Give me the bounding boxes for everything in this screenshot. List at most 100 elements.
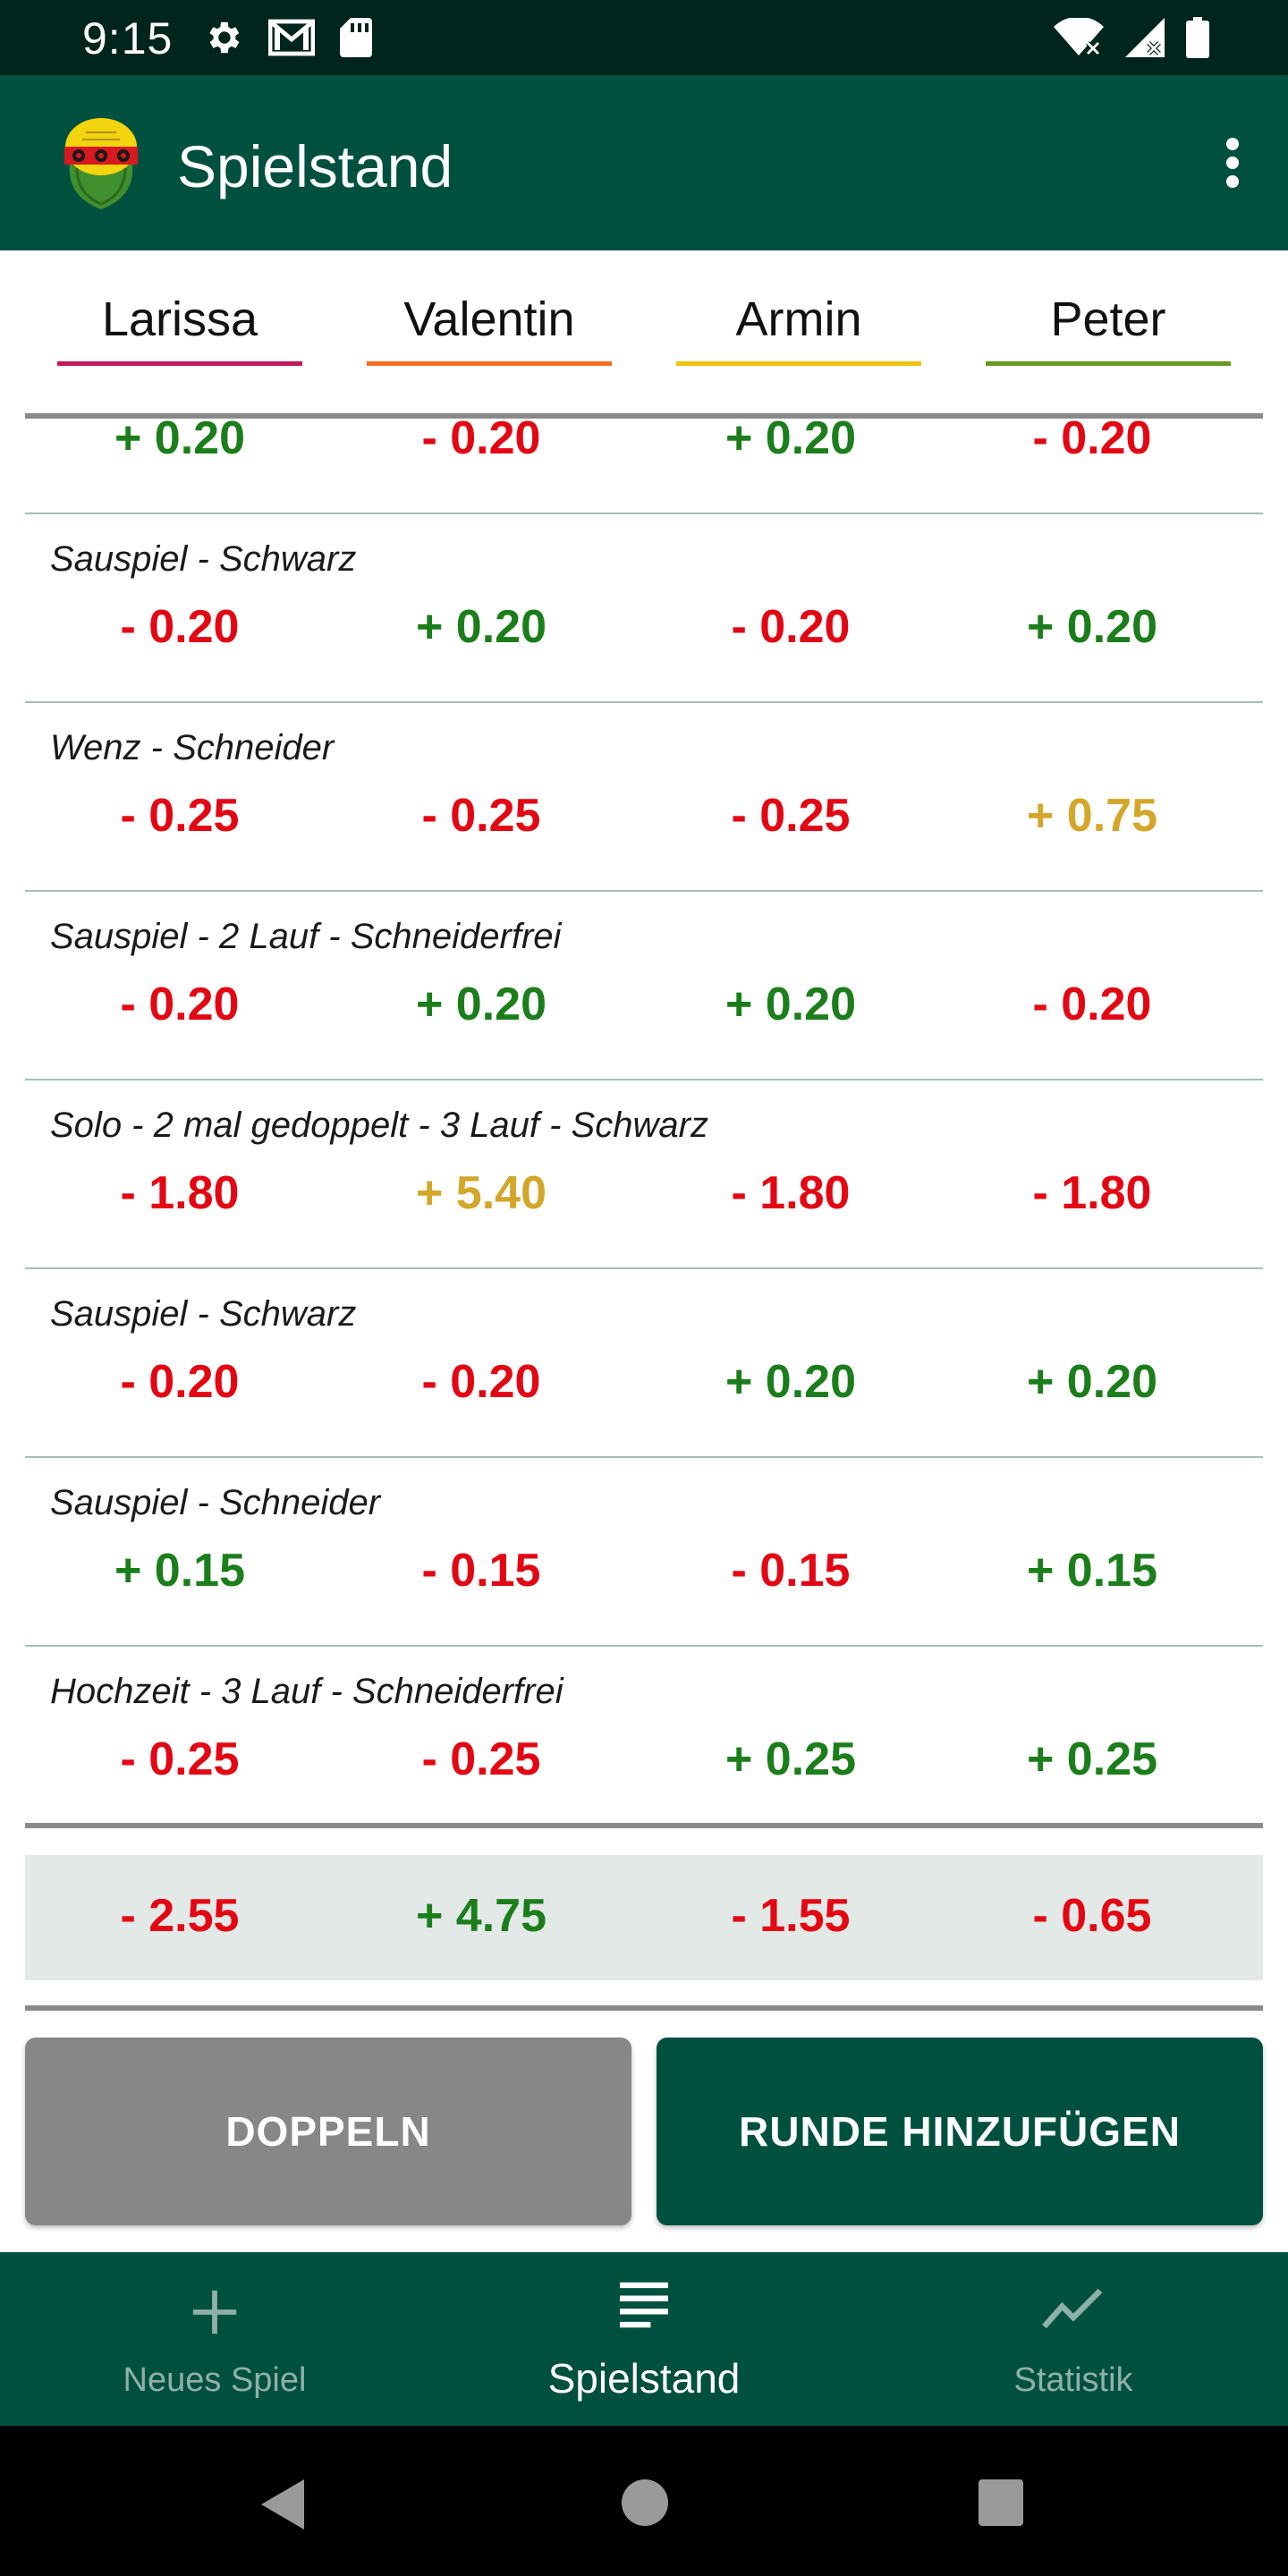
nav-label: Spielstand: [547, 2355, 741, 2402]
system-navigation: [0, 2426, 1288, 2576]
settings-icon: [209, 21, 240, 54]
score-value: + 0.20: [114, 419, 246, 464]
player-name: Larissa: [101, 292, 258, 346]
status-time: 9:15: [82, 13, 174, 64]
round-label: Solo - 2 mal gedoppelt - 3 Lauf - Schwar…: [50, 1106, 708, 1145]
double-button[interactable]: DOPPELN: [25, 2038, 631, 2225]
score-value: - 0.25: [120, 1733, 240, 1785]
round-row[interactable]: Wenz - Schneider - 0.25 - 0.25 - 0.25 + 0.75: [25, 703, 1263, 892]
status-icons-right: [1054, 14, 1209, 61]
round-values: - 0.20 + 0.20 + 0.20 - 0.20: [25, 978, 1263, 1035]
score-value: - 0.20: [120, 601, 240, 653]
round-values: - 0.20 + 0.20 - 0.20 + 0.20: [25, 600, 1263, 657]
score-value: + 0.25: [1026, 1733, 1158, 1785]
score-value: + 0.20: [1026, 1356, 1158, 1408]
score-value: + 4.75: [415, 1890, 547, 1942]
score-value: + 0.15: [1026, 1545, 1158, 1597]
totals-row: - 2.55 + 4.75 - 1.55 - 0.65: [25, 1855, 1263, 1980]
rounds-list[interactable]: + 0.20- 0.20 + 0.20- 0.20 Sauspiel - Schwa…: [25, 419, 1263, 1825]
battery-icon: [1186, 17, 1209, 58]
nav-statistics[interactable]: Statistik: [859, 2252, 1288, 2426]
score-value: - 0.15: [731, 1545, 851, 1597]
wifi-icon: [1054, 18, 1104, 55]
player-name: Valentin: [403, 292, 575, 346]
nav-label: Statistik: [1013, 2361, 1133, 2399]
round-values: - 1.80 + 5.40 - 1.80 - 1.80: [25, 1166, 1263, 1224]
sd-card-icon: [340, 18, 372, 57]
score-value: - 0.20: [120, 979, 240, 1030]
round-label: Sauspiel - Schwarz: [50, 539, 357, 579]
score-value: + 0.20: [415, 601, 547, 653]
score-value: - 0.15: [421, 1545, 541, 1597]
round-row[interactable]: + 0.20 - 0.20 + 0.20 - 0.20: [25, 419, 1263, 514]
score-value: - 0.65: [1032, 1890, 1152, 1942]
list-icon: [620, 2282, 668, 2328]
nav-score[interactable]: Spielstand: [429, 2252, 859, 2426]
score-value: - 0.20: [1032, 979, 1152, 1030]
app-logo: [64, 118, 138, 209]
score-value: - 0.25: [731, 790, 851, 842]
totals-divider: [25, 2005, 1263, 2011]
score-value: + 0.20: [724, 419, 857, 464]
player-header: Larissa Valentin Armin Peter: [25, 250, 1263, 415]
score-value: + 0.20: [415, 979, 547, 1030]
round-row[interactable]: Sauspiel - Schwarz - 0.20 + 0.20 - 0.20 + 0.…: [25, 514, 1263, 703]
score-value: - 1.80: [120, 1167, 240, 1219]
nav-label: Neues Spiel: [123, 2361, 307, 2399]
round-row[interactable]: Sauspiel - Schneider + 0.15- 0.15- 0.15 + …: [25, 1458, 1263, 1647]
round-values: + 0.20 - 0.20 + 0.20 - 0.20: [25, 419, 1263, 469]
chart-line-icon: [1042, 2288, 1103, 2329]
score-value: - 0.20: [120, 1356, 240, 1408]
round-row[interactable]: Sauspiel - 2 Lauf - Schneiderfrei - 0.20 +…: [25, 892, 1263, 1080]
round-label: Hochzeit - 3 Lauf - Schneiderfrei: [50, 1672, 564, 1711]
score-value: - 0.20: [1032, 419, 1152, 464]
round-row[interactable]: Solo - 2 mal gedoppelt - 3 Lauf - Schwar…: [25, 1080, 1263, 1269]
player-name: Peter: [1050, 292, 1166, 346]
player-column-header[interactable]: Armin: [644, 250, 953, 415]
recents-icon[interactable]: [977, 2478, 1025, 2528]
round-values: + 0.15 - 0.15 - 0.15 + 0.15: [25, 1544, 1263, 1601]
score-value: + 5.40: [415, 1167, 547, 1219]
list-bottom-divider: [25, 1823, 1263, 1828]
player-column-header[interactable]: Larissa: [25, 250, 335, 415]
gmail-icon: [268, 19, 315, 56]
player-column-header[interactable]: Valentin: [335, 250, 644, 415]
score-value: - 0.25: [120, 790, 240, 842]
score-value: + 0.75: [1026, 790, 1158, 842]
round-values: - 0.25 - 0.25 + 0.25 + 0.25: [25, 1733, 1263, 1790]
status-bar: 9:15: [0, 0, 1288, 75]
score-value: - 1.55: [731, 1890, 851, 1942]
player-column-header[interactable]: Peter: [953, 250, 1263, 415]
round-label: Sauspiel - Schneider: [50, 1483, 381, 1522]
score-value: + 0.25: [724, 1733, 857, 1785]
round-row[interactable]: Sauspiel - Schwarz - 0.20 - 0.20 + 0.20 + 0.…: [25, 1269, 1263, 1458]
score-value: + 0.20: [724, 979, 857, 1030]
home-icon[interactable]: [621, 2478, 669, 2528]
score-value: - 2.55: [120, 1890, 240, 1942]
score-value: - 0.20: [731, 601, 851, 653]
round-values: - 0.25 - 0.25 - 0.25 + 0.75: [25, 789, 1263, 846]
score-value: - 0.20: [421, 419, 541, 464]
round-label: Wenz - Schneider: [50, 728, 335, 767]
round-label: Sauspiel - 2 Lauf - Schneiderfrei: [50, 917, 562, 956]
page-title: Spielstand: [177, 133, 453, 199]
player-color-line: [367, 361, 612, 366]
add-round-button[interactable]: RUNDE HINZUFÜGEN: [657, 2038, 1263, 2225]
app-bar: Spielstand: [0, 75, 1288, 250]
bottom-navigation: Neues Spiel Spielstand Statistik: [0, 2252, 1288, 2426]
plus-icon: [192, 2290, 237, 2334]
player-color-line: [986, 361, 1231, 366]
score-value: - 1.80: [731, 1167, 851, 1219]
player-color-line: [676, 361, 921, 366]
nav-new-game[interactable]: Neues Spiel: [0, 2252, 429, 2426]
back-icon[interactable]: [259, 2478, 308, 2531]
totals-values: - 2.55 + 4.75 - 1.55 - 0.65: [25, 1889, 1263, 1946]
score-value: - 0.25: [421, 1733, 541, 1785]
round-row[interactable]: Hochzeit - 3 Lauf - Schneiderfrei - 0.25-…: [25, 1647, 1263, 1825]
score-value: - 0.20: [421, 1356, 541, 1408]
round-label: Sauspiel - Schwarz: [50, 1294, 357, 1334]
overflow-menu-icon[interactable]: [1215, 131, 1250, 195]
signal-icon: [1125, 18, 1165, 57]
score-value: + 0.20: [724, 1356, 857, 1408]
round-values: - 0.20 - 0.20 + 0.20 + 0.20: [25, 1355, 1263, 1412]
